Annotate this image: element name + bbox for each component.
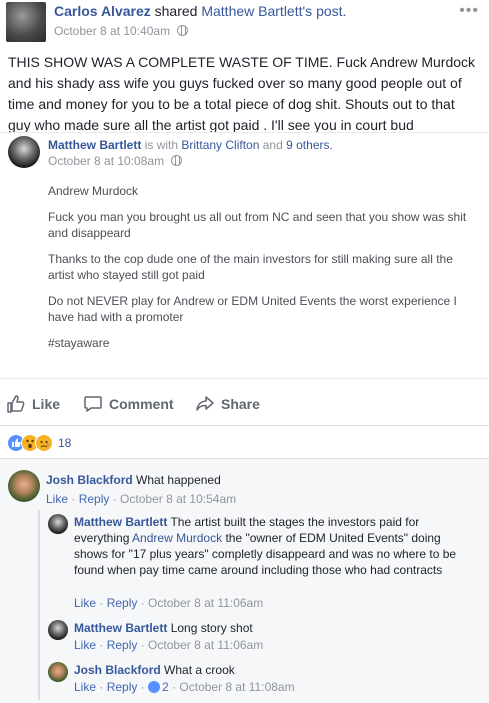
original-author-link[interactable]: Matthew Bartlett — [201, 3, 302, 19]
reply-timestamp[interactable]: October 8 at 11:06am — [148, 638, 263, 652]
shared-paragraph: Do not NEVER play for Andrew or EDM Unit… — [48, 294, 457, 324]
reactions-summary[interactable]: 18 — [7, 434, 71, 452]
reply-author-link[interactable]: Josh Blackford — [74, 663, 161, 677]
comment-button[interactable]: Comment — [83, 394, 174, 414]
reply-thread-rail — [38, 510, 40, 700]
reply-avatar[interactable] — [48, 620, 68, 640]
reply-author-link[interactable]: Matthew Bartlett — [74, 621, 167, 635]
comment-reply-link[interactable]: Reply — [79, 492, 110, 506]
thumbs-up-icon — [6, 394, 26, 414]
shared-post-body: Andrew Murdock Fuck you man you brought … — [48, 183, 478, 361]
reply-actions: Like · Reply · October 8 at 11:06am — [74, 596, 264, 610]
reply: Matthew Bartlett The artist built the st… — [74, 514, 476, 578]
reply-avatar[interactable] — [48, 662, 68, 682]
share-label: Share — [221, 396, 260, 412]
commenter-avatar[interactable] — [8, 470, 40, 502]
shared-author-avatar[interactable] — [8, 136, 40, 168]
share-arrow-icon — [195, 394, 215, 414]
reply-avatar[interactable] — [48, 514, 68, 534]
mention-link[interactable]: Andrew Murdock — [132, 531, 222, 545]
reply-text: What a crook — [164, 663, 235, 677]
post-meta: October 8 at 10:40am — [54, 24, 189, 38]
is-with-label: is with — [144, 138, 179, 152]
shared-post-meta: October 8 at 10:08am — [48, 154, 183, 168]
shared-hashtag[interactable]: #stayaware — [48, 335, 478, 351]
three-dots-icon[interactable]: ••• — [459, 3, 479, 19]
comment-actions: Like · Reply · October 8 at 10:54am — [46, 492, 237, 506]
shared-paragraph: Andrew Murdock — [48, 184, 139, 198]
others-link[interactable]: 9 others. — [286, 138, 333, 152]
post-timestamp[interactable]: October 8 at 10:40am — [54, 24, 170, 38]
author-avatar[interactable] — [6, 2, 46, 42]
reaction-count[interactable]: 18 — [58, 436, 71, 450]
reply-like-link[interactable]: Like — [74, 596, 96, 610]
comment-author-link[interactable]: Josh Blackford — [46, 473, 133, 487]
reply-author-link[interactable]: Matthew Bartlett — [74, 515, 167, 529]
shared-post-timestamp[interactable]: October 8 at 10:08am — [48, 154, 164, 168]
comment: Josh Blackford What happened — [46, 472, 476, 488]
reply-like-count[interactable]: 2 — [162, 680, 169, 694]
share-button[interactable]: Share — [195, 394, 260, 414]
reply: Matthew Bartlett Long story shot — [74, 620, 476, 636]
reply-reply-link[interactable]: Reply — [107, 638, 138, 652]
shared-paragraph: Fuck you man you brought us all out from… — [48, 210, 467, 240]
reply-actions: Like · Reply · October 8 at 11:06am — [74, 638, 264, 652]
like-button[interactable]: Like — [6, 394, 60, 414]
comments-divider — [0, 458, 489, 459]
post-action-bar: Like Comment Share — [0, 390, 489, 418]
comment-label: Comment — [109, 396, 174, 412]
original-post-link[interactable]: 's post. — [303, 3, 347, 19]
comment-text: What happened — [136, 473, 221, 487]
comment-timestamp[interactable]: October 8 at 10:54am — [120, 492, 236, 506]
like-icon — [148, 681, 161, 693]
sad-icon — [35, 434, 53, 452]
like-label: Like — [32, 396, 61, 412]
shared-author-link[interactable]: Matthew Bartlett — [48, 138, 141, 152]
globe-icon — [177, 25, 189, 36]
and-label: and — [262, 138, 283, 152]
comment-like-link[interactable]: Like — [46, 492, 68, 506]
reply-like-link[interactable]: Like — [74, 680, 96, 694]
post-body: THIS SHOW WAS A COMPLETE WASTE OF TIME. … — [8, 54, 476, 133]
reply-timestamp[interactable]: October 8 at 11:08am — [179, 680, 294, 694]
comment-icon — [83, 394, 103, 414]
shared-paragraph: Thanks to the cop dude one of the main i… — [48, 252, 453, 282]
author-name-link[interactable]: Carlos Alvarez — [54, 3, 151, 19]
reply-actions: Like · Reply · 2 · October 8 at 11:08am — [74, 680, 295, 694]
reply-like-link[interactable]: Like — [74, 638, 96, 652]
reply-reply-link[interactable]: Reply — [107, 596, 138, 610]
reply-reply-link[interactable]: Reply — [107, 680, 138, 694]
globe-icon — [171, 155, 183, 166]
tagged-user-link[interactable]: Brittany Clifton — [181, 138, 259, 152]
shared-post-header: Matthew Bartlett is with Brittany Clifto… — [48, 138, 333, 152]
reply-text: Long story shot — [170, 621, 253, 635]
shared-label: shared — [154, 3, 198, 19]
post-header: Carlos Alvarez shared Matthew Bartlett's… — [54, 3, 346, 19]
reply: Josh Blackford What a crook — [74, 662, 476, 678]
action-divider — [0, 425, 489, 426]
reply-timestamp[interactable]: October 8 at 11:06am — [148, 596, 263, 610]
